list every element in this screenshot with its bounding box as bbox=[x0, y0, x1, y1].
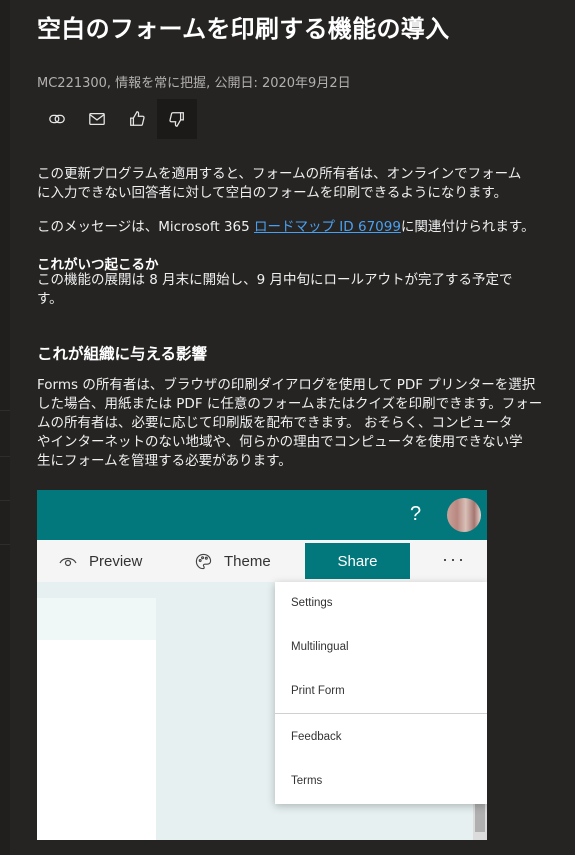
left-nav-strip bbox=[0, 0, 10, 855]
dislike-button[interactable] bbox=[157, 99, 197, 139]
menu-item-feedback: Feedback bbox=[291, 731, 342, 743]
when-paragraph: この機能の展開は 8 月末に開始し、9 月中旬にロールアウトが完了する予定で す… bbox=[37, 272, 513, 307]
avatar bbox=[447, 498, 481, 532]
forms-header-bar: ? bbox=[37, 490, 487, 540]
impact-heading: これが組織に与える影響 bbox=[37, 345, 208, 363]
more-icon: ··· bbox=[442, 549, 466, 569]
article-meta: MC221300, 情報を常に把握, 公開日: 2020年9月2日 bbox=[37, 76, 351, 91]
thumbs-up-icon bbox=[130, 111, 145, 126]
thumbs-down-icon bbox=[169, 112, 184, 127]
more-options-menu: Settings Multilingual Print Form Feedbac… bbox=[275, 582, 487, 804]
help-icon: ? bbox=[410, 503, 422, 525]
email-button[interactable] bbox=[77, 99, 117, 139]
when-heading: これがいつ起こるか bbox=[37, 257, 159, 273]
menu-item-settings: Settings bbox=[291, 597, 333, 609]
roadmap-paragraph: このメッセージは、Microsoft 365 ロードマップ ID 67099に関… bbox=[37, 219, 535, 235]
link-icon bbox=[49, 114, 65, 124]
theme-button: Theme bbox=[195, 540, 271, 582]
form-card-header bbox=[37, 598, 156, 640]
menu-item-multilingual: Multilingual bbox=[291, 641, 349, 653]
intro-paragraph: この更新プログラムを適用すると、フォームの所有者は、オンラインでフォーム に入力… bbox=[37, 166, 522, 201]
menu-divider bbox=[275, 713, 487, 714]
palette-icon bbox=[195, 553, 212, 569]
roadmap-link[interactable]: ロードマップ ID 67099 bbox=[254, 219, 401, 235]
menu-item-terms: Terms bbox=[291, 775, 323, 787]
menu-item-print-form: Print Form bbox=[291, 685, 345, 697]
like-button[interactable] bbox=[117, 99, 157, 139]
forms-screenshot: ? Preview Theme Share ··· Settings Multi… bbox=[37, 490, 487, 840]
form-card bbox=[37, 640, 156, 840]
impact-paragraph: Forms の所有者は、ブラウザの印刷ダイアログを使用して PDF プリンターを… bbox=[37, 377, 543, 469]
mail-icon bbox=[89, 112, 105, 126]
share-button: Share bbox=[305, 543, 410, 579]
forms-toolbar: Preview Theme Share ··· bbox=[37, 540, 487, 582]
article-title: 空白のフォームを印刷する機能の導入 bbox=[37, 15, 450, 43]
preview-button: Preview bbox=[59, 540, 142, 582]
eye-icon bbox=[59, 557, 77, 567]
copy-link-button[interactable] bbox=[37, 99, 77, 139]
